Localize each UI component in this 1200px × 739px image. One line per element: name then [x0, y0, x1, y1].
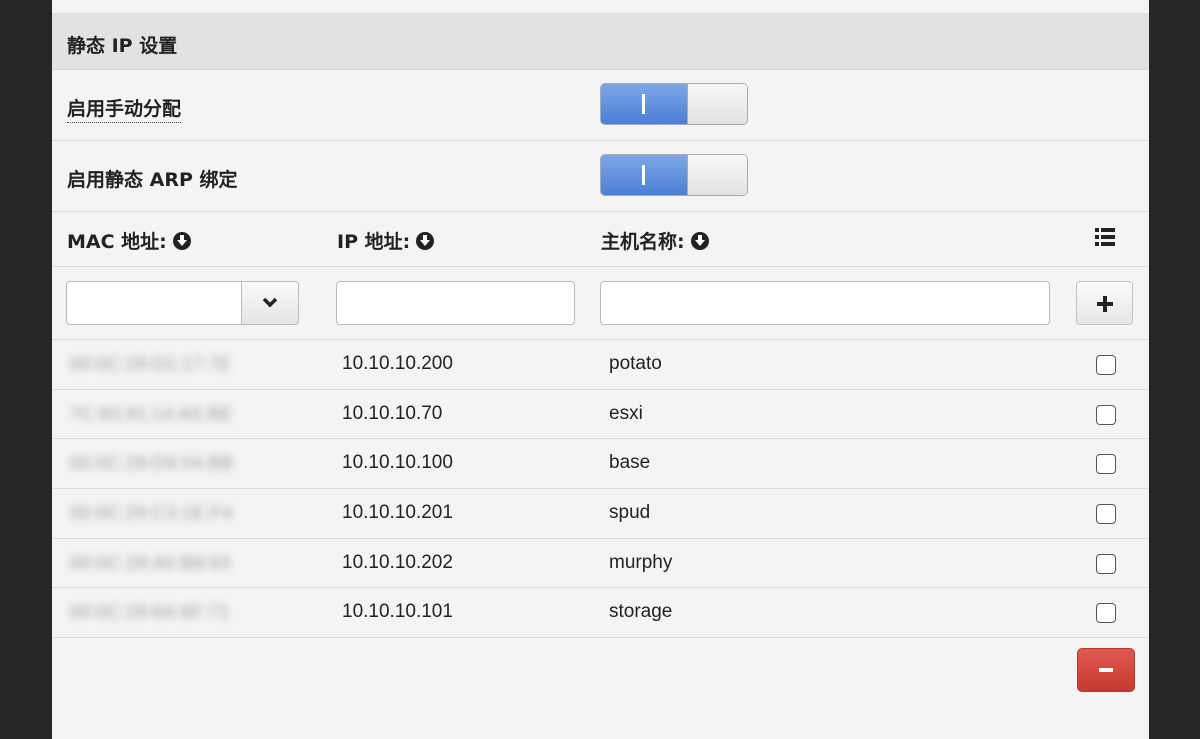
mac-address-select[interactable] [66, 281, 242, 325]
table-row: 00:0C:29:C3:1E:F4 10.10.10.201 spud [52, 488, 1149, 538]
column-header-hostname-label: 主机名称: [601, 231, 685, 253]
list-icon[interactable] [1095, 228, 1115, 246]
hostname-input[interactable] [600, 281, 1050, 325]
add-mapping-button[interactable] [1076, 281, 1133, 325]
setting-row-static-arp: 启用静态 ARP 绑定 [52, 141, 1149, 212]
mac-cell: 00:0C:29:C3:1E:F4 [70, 503, 233, 523]
section-header: 静态 IP 设置 [52, 14, 1149, 70]
hostname-cell: spud [609, 502, 651, 523]
list-icon-line [1101, 242, 1115, 246]
mac-dropdown-button[interactable] [241, 281, 299, 325]
row-select-checkbox[interactable] [1096, 355, 1116, 375]
section-title: 静态 IP 设置 [67, 35, 178, 57]
column-header-mac[interactable]: MAC 地址: [67, 227, 191, 254]
row-select-checkbox[interactable] [1096, 504, 1116, 524]
toggle-on-part [601, 155, 687, 195]
column-header-hostname[interactable]: 主机名称: [601, 227, 709, 254]
row-select-checkbox[interactable] [1096, 454, 1116, 474]
table-row: 7C:83:91:14:A5:BE 10.10.10.70 esxi [52, 389, 1149, 439]
list-icon-bullet [1095, 242, 1099, 246]
ip-cell: 10.10.10.202 [342, 552, 453, 573]
list-icon-line [1101, 235, 1115, 239]
setting-row-manual-assignment: 启用手动分配 [52, 70, 1149, 141]
mac-cell: 00:0C:29:6A:6F:71 [70, 602, 230, 622]
list-icon-line [1101, 228, 1115, 232]
toggle-off-part [687, 84, 747, 124]
mac-cell: 7C:83:91:14:A5:BE [70, 404, 233, 424]
top-strip [52, 0, 1149, 14]
setting-label-static-arp: 启用静态 ARP 绑定 [67, 169, 238, 191]
ip-address-input[interactable] [336, 281, 575, 325]
row-select-checkbox[interactable] [1096, 405, 1116, 425]
table-row: 00:0C:29:D1:17:7E 10.10.10.200 potato [52, 339, 1149, 389]
toggle-on-mark [642, 165, 645, 185]
table-row: 00:0C:29:A5:B8:63 10.10.10.202 murphy [52, 538, 1149, 588]
manual-assignment-toggle[interactable] [600, 83, 748, 125]
table-row: 00:0C:29:6A:6F:71 10.10.10.101 storage [52, 587, 1149, 638]
ip-cell: 10.10.10.101 [342, 601, 453, 622]
sort-down-circle-icon[interactable] [690, 231, 709, 250]
sort-down-circle-icon[interactable] [416, 231, 435, 250]
hostname-cell: murphy [609, 552, 673, 573]
list-icon-bullet [1095, 235, 1099, 239]
ip-cell: 10.10.10.100 [342, 452, 453, 473]
ip-cell: 10.10.10.201 [342, 502, 453, 523]
mac-cell: 00:0C:29:A5:B8:63 [70, 553, 231, 573]
remove-selected-button[interactable] [1077, 648, 1135, 692]
table-row: 00:0C:29:D9:54:BB 10.10.10.100 base [52, 438, 1149, 488]
hostname-cell: potato [609, 353, 662, 374]
plus-icon [1097, 296, 1113, 312]
static-arp-toggle[interactable] [600, 154, 748, 196]
row-select-checkbox[interactable] [1096, 554, 1116, 574]
mac-cell: 00:0C:29:D9:54:BB [70, 453, 234, 473]
list-icon-bullet [1095, 228, 1099, 232]
hostname-cell: base [609, 452, 651, 473]
row-select-checkbox[interactable] [1096, 603, 1116, 623]
toggle-on-mark [642, 94, 645, 114]
hostname-cell: storage [609, 601, 673, 622]
chevron-down-icon [262, 297, 278, 308]
column-header-ip[interactable]: IP 地址: [337, 227, 435, 254]
ip-cell: 10.10.10.70 [342, 403, 443, 424]
toggle-on-part [601, 84, 687, 124]
column-header-mac-label: MAC 地址: [67, 231, 167, 253]
sort-down-circle-icon[interactable] [172, 231, 191, 250]
static-ip-panel: 静态 IP 设置 启用手动分配 启用静态 ARP 绑定 MAC 地址: IP 地… [52, 0, 1149, 739]
mac-cell: 00:0C:29:D1:17:7E [70, 354, 232, 374]
minus-icon [1099, 668, 1113, 672]
ip-cell: 10.10.10.200 [342, 353, 453, 374]
toggle-off-part [687, 155, 747, 195]
hostname-cell: esxi [609, 403, 643, 424]
column-header-ip-label: IP 地址: [337, 231, 411, 253]
setting-label-manual-assignment[interactable]: 启用手动分配 [67, 94, 182, 123]
